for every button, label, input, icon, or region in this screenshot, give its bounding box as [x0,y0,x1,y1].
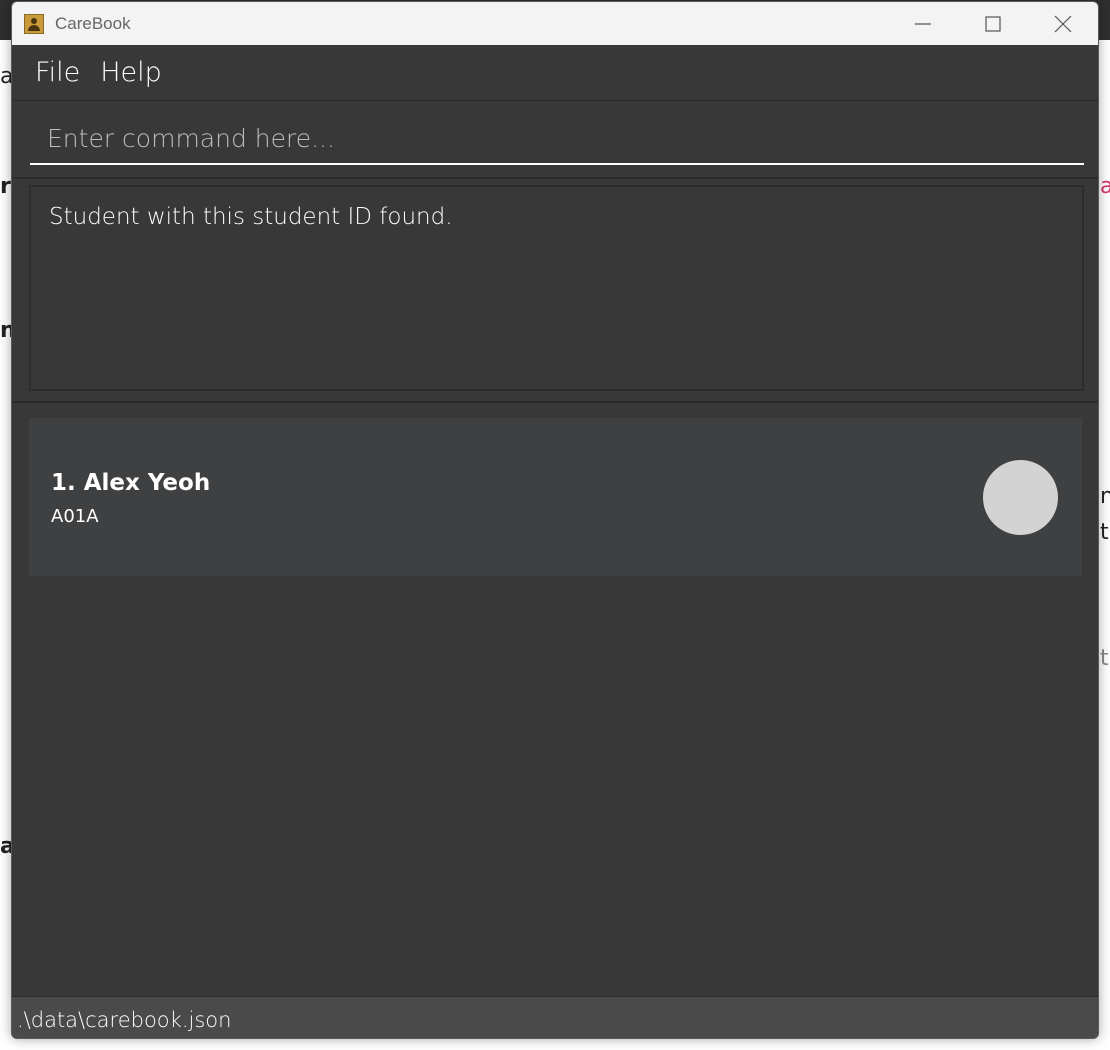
window-title: CareBook [55,13,131,33]
command-box [12,101,1098,179]
student-name: 1. Alex Yeoh [51,470,211,496]
carebook-window: CareBook File Help Student with this stu… [11,1,1099,1039]
background-text-fragment: r [0,174,11,199]
avatar [983,460,1058,535]
background-text-fragment: n [1100,484,1110,509]
student-id: A01A [51,506,99,527]
window-controls [888,2,1098,45]
background-text-fragment: t [1100,646,1109,671]
status-bar: .\data\carebook.json [12,996,1098,1038]
command-input[interactable] [30,113,1084,165]
maximize-icon [985,15,1001,32]
minimize-button[interactable] [888,2,958,45]
title-bar[interactable]: CareBook [12,2,1098,45]
close-icon [1054,15,1072,32]
background-text-fragment: a [1100,174,1110,199]
menu-item-file[interactable]: File [35,57,80,88]
result-message: Student with this student ID found. [49,204,453,230]
contact-book-icon [24,13,44,34]
student-card[interactable]: 1. Alex Yeoh A01A [29,418,1082,576]
background-text-fragment: tu [1100,520,1110,545]
result-display[interactable]: Student with this student ID found. [29,185,1084,391]
student-list-panel: 1. Alex Yeoh A01A [12,403,1098,996]
result-display-area: Student with this student ID found. [12,179,1098,403]
save-file-path: .\data\carebook.json [17,1008,232,1032]
menu-item-help[interactable]: Help [100,57,162,88]
menu-bar: File Help [12,45,1098,101]
minimize-icon [915,22,931,25]
close-button[interactable] [1028,2,1098,45]
maximize-button[interactable] [958,2,1028,45]
